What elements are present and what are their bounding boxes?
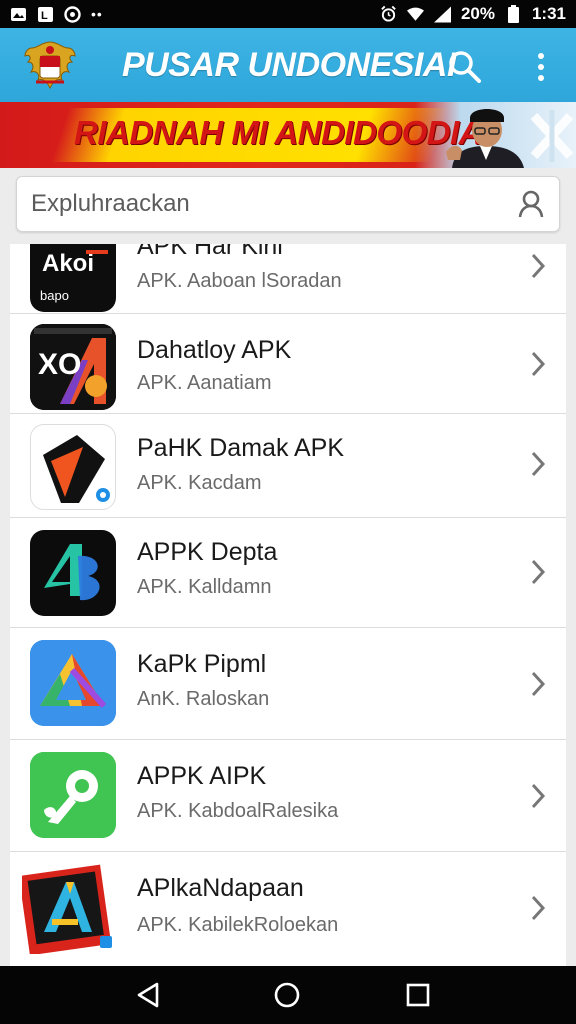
dots-icon: ••	[91, 6, 103, 22]
screen: L •• 20% 1:31 PUSAR UNDONESIAI RIADNAH M…	[0, 0, 576, 1024]
app-title: PUSAR UNDONESIAI	[122, 46, 456, 84]
list-item[interactable]: APK Har Kiril Akoi bapo APK. Aaboan lSor…	[10, 244, 566, 314]
chevron-right-icon	[531, 671, 546, 697]
status-time: 1:31	[531, 4, 566, 23]
search-bar	[16, 176, 560, 232]
search-input[interactable]	[31, 187, 501, 221]
list-item-subtitle: APK. Kalldamn	[137, 576, 272, 598]
list-item-subtitle: APK. Kacdam	[137, 472, 262, 494]
chevron-right-icon	[531, 895, 546, 921]
list-item[interactable]: XO Dahatloy APK APK. Aanatiam	[10, 314, 566, 414]
list-item-title: APPK AIPK	[137, 762, 267, 790]
app-icon-kapk	[30, 640, 116, 726]
svg-text:L: L	[41, 10, 48, 22]
list-item-title: APlkaNdapaan	[137, 874, 304, 902]
app-bar: PUSAR UNDONESIAI	[0, 28, 576, 102]
search-icon[interactable]	[446, 48, 484, 86]
app-icon-appk-aipk	[30, 752, 116, 838]
list-item-subtitle: AnK. Raloskan	[137, 688, 270, 710]
alarm-icon	[380, 5, 397, 23]
notification-icon: L	[37, 6, 54, 23]
banner-text: RIADNAH MI ANDIDOODIA	[74, 114, 483, 151]
battery-icon	[505, 5, 522, 23]
app-icon-akoi: Akoi bapo	[30, 244, 116, 312]
list-item-subtitle: APK. Aaboan lSoradan	[137, 270, 342, 292]
chevron-right-icon	[531, 253, 546, 279]
navigation-bar	[0, 966, 576, 1024]
home-icon[interactable]	[271, 980, 303, 1010]
recents-icon[interactable]	[402, 980, 434, 1010]
list-item[interactable]: KaPk Pipml AnK. Raloskan	[10, 628, 566, 740]
list-item-subtitle: APK. KabdoalRalesika	[137, 800, 339, 822]
wifi-icon	[406, 6, 424, 23]
photo-icon	[10, 6, 27, 23]
chevron-right-icon	[531, 351, 546, 377]
chevron-right-icon	[531, 559, 546, 585]
list-item[interactable]: PaHK Damak APK APK. Kacdam	[10, 414, 566, 518]
sync-icon	[64, 5, 81, 23]
list-item-subtitle: APK. Aanatiam	[137, 372, 272, 394]
list-item-title: PaHK Damak APK	[137, 434, 345, 462]
chevron-right-icon	[531, 451, 546, 477]
battery-percent: 20%	[460, 4, 495, 23]
list-item-title: APPK Depta	[137, 538, 278, 566]
signal-icon	[433, 5, 451, 23]
promo-banner[interactable]: RIADNAH MI ANDIDOODIA	[0, 102, 576, 168]
list-item[interactable]: APPK AIPK APK. KabdoalRalesika	[10, 740, 566, 852]
emblem-logo	[22, 38, 78, 92]
list-item[interactable]: APlkaNdapaan APK. KabilekRoloekan	[10, 852, 566, 966]
app-icon-xo: XO	[30, 324, 116, 410]
app-icon-aplkandapaan	[18, 862, 116, 956]
apk-list: APK Har Kiril Akoi bapo APK. Aaboan lSor…	[10, 244, 566, 966]
status-bar: L •• 20% 1:31	[0, 0, 576, 28]
back-icon[interactable]	[132, 980, 164, 1010]
banner-decoration	[528, 110, 576, 162]
user-search-icon[interactable]	[517, 189, 547, 219]
app-icon-appk	[30, 530, 116, 616]
list-item-title: APK Har Kiril	[137, 244, 283, 260]
app-icon-pahk	[30, 424, 116, 510]
chevron-right-icon	[531, 783, 546, 809]
banner-person-image	[442, 102, 532, 168]
list-item-title: KaPk Pipml	[137, 650, 267, 678]
list-item[interactable]: APPK Depta APK. Kalldamn	[10, 518, 566, 628]
list-item-title: Dahatloy APK	[137, 336, 292, 364]
more-vert-icon[interactable]	[530, 50, 552, 84]
app-icon-text: XO	[38, 348, 82, 381]
list-item-subtitle: APK. KabilekRoloekan	[137, 914, 339, 936]
